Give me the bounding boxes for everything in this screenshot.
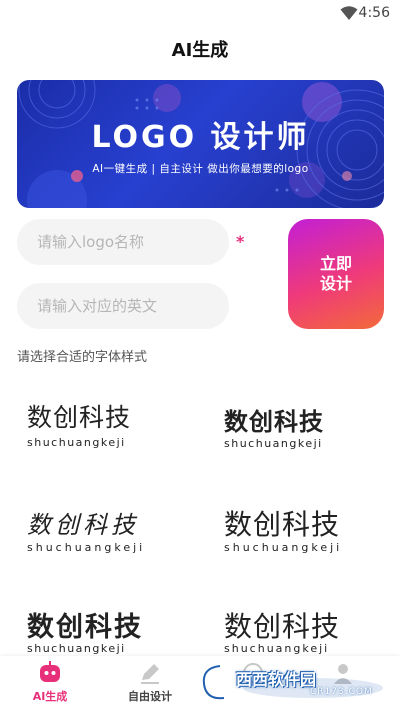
logo-name-input[interactable] (17, 219, 229, 265)
font-style-hint: 请选择合适的字体样式 (17, 350, 148, 365)
english-name-input[interactable] (17, 283, 229, 329)
banner-subtitle: AI一键生成 | 自主设计 做出你最想要的logo (92, 163, 309, 175)
design-now-label: 立即设计 (319, 254, 352, 293)
font-sample-pinyin: shuchuangkeji (27, 541, 146, 554)
required-mark: * (236, 232, 245, 251)
robot-icon (40, 661, 60, 682)
font-option-3[interactable]: 数创科技 shuchuangkeji (27, 505, 197, 571)
nav-label: AI生成 (32, 690, 68, 703)
page-title: AI生成 (171, 40, 229, 61)
design-now-button[interactable]: 立即设计 (288, 219, 384, 329)
status-bar: 4:56 (0, 0, 400, 28)
font-sample-pinyin: shuchuangkeji (27, 642, 126, 655)
font-sample-pinyin: shuchuangkeji (224, 437, 323, 450)
font-sample-text: 数创科技 (224, 407, 324, 436)
font-sample-text: 数创科技 (27, 403, 132, 432)
nav-free-design[interactable]: 自由设计 (110, 660, 190, 704)
nav-ai-generate[interactable]: AI生成 (10, 660, 90, 704)
pen-icon (141, 664, 159, 684)
font-sample-text: 数创科技 (224, 610, 341, 643)
font-sample-text: 数创科技 (224, 508, 341, 541)
banner-title: LOGO 设计师 (91, 120, 310, 155)
watermark-text: 西西软件园 (236, 670, 317, 689)
clock: 4:56 (358, 5, 390, 21)
font-sample-text: 数创科技 (27, 612, 143, 643)
font-option-2[interactable]: 数创科技 shuchuangkeji (224, 402, 394, 468)
font-sample-pinyin: shuchuangkeji (27, 436, 126, 449)
font-sample-text: 数创科技 (27, 511, 139, 539)
font-sample-pinyin: shuchuangkeji (224, 541, 343, 554)
promo-banner[interactable]: LOGO 设计师 AI一键生成 | 自主设计 做出你最想要的logo (17, 80, 384, 208)
font-option-1[interactable]: 数创科技 shuchuangkeji (27, 398, 197, 464)
font-sample-pinyin: shuchuangkeji (224, 642, 330, 655)
nav-label: 自由设计 (128, 690, 172, 703)
watermark: 西西软件园 CR173.COM (198, 662, 394, 704)
wifi-icon (340, 6, 358, 20)
watermark-subtext: CR173.COM (310, 687, 373, 697)
font-option-4[interactable]: 数创科技 shuchuangkeji (224, 503, 394, 569)
